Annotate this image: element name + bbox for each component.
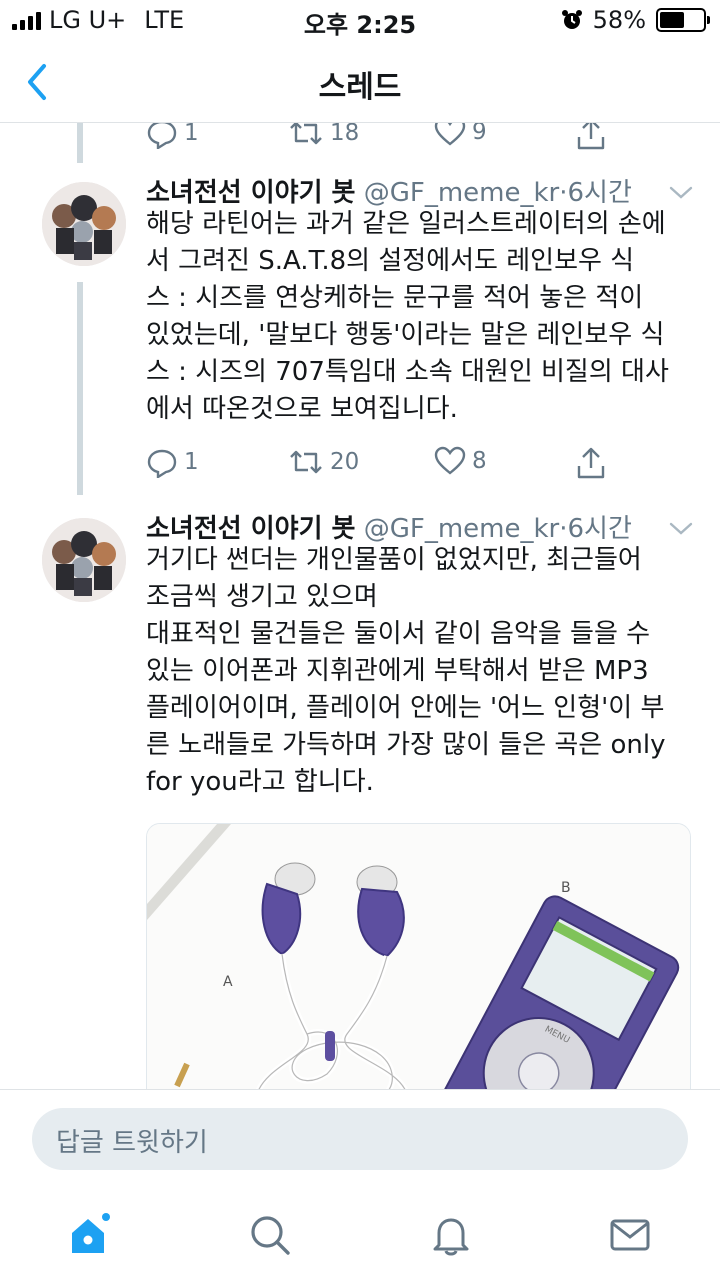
meta-separator: · [559, 178, 568, 208]
reply-icon [147, 449, 177, 478]
notifications-bell-icon[interactable] [429, 1213, 473, 1257]
heart-icon [434, 123, 466, 146]
bottom-bar: 답글 트윗하기 [0, 1089, 720, 1281]
tweet-text-line: 있는 이어폰과 지휘관에게 부탁해서 받은 MP3 [146, 656, 649, 686]
thread-feed[interactable]: 1 18 9 소녀전선 이야기 봇 @GF_meme_kr·6시간 해당 라틴어… [0, 123, 720, 1089]
avatar[interactable] [42, 182, 126, 266]
tweet-text-line: 거기다 썬더는 개인물품이 없었지만, 최근들어 [146, 545, 642, 575]
previous-tweet-actions: 1 18 9 [146, 123, 616, 157]
home-icon[interactable] [68, 1213, 112, 1257]
retweet-button[interactable]: 18 [288, 123, 359, 149]
share-button[interactable] [576, 123, 606, 151]
messages-envelope-icon[interactable] [608, 1213, 652, 1257]
heart-icon [434, 446, 466, 475]
retweet-icon [290, 450, 322, 474]
tweet-actions: 1 20 8 [146, 446, 616, 486]
page-title: 스레드 [318, 70, 402, 105]
battery-percent: 58% [592, 6, 646, 34]
author-handle[interactable]: @GF_meme_kr [364, 178, 560, 208]
tweet-text: 해당 라틴어는 과거 같은 일러스트레이터의 손에 서 그려진 S.A.T.8의… [146, 206, 691, 428]
tweet[interactable]: 소녀전선 이야기 봇 @GF_meme_kr·6시간 해당 라틴어는 과거 같은… [0, 170, 720, 495]
share-icon [577, 447, 605, 479]
tweet-text-line: 서 그려진 S.A.T.8의 설정에서도 레인보우 식 [146, 246, 635, 276]
tweet-text-line: 에서 따온것으로 보여집니다. [146, 394, 458, 424]
label-a: A [223, 974, 233, 990]
meta-separator: · [559, 514, 568, 544]
author-name[interactable]: 소녀전선 이야기 봇 [146, 514, 355, 544]
earphones-mp3-illustration: A B MENU [147, 824, 690, 1089]
chevron-down-icon[interactable] [668, 520, 694, 538]
tweet-header: 소녀전선 이야기 봇 @GF_meme_kr·6시간 [146, 508, 632, 545]
retweet-icon [290, 123, 322, 145]
tweet-time: 6시간 [567, 514, 632, 544]
tweet-text-line: 있었는데, '말보다 행동'이라는 말은 레인보우 식 [146, 320, 665, 350]
reply-button[interactable]: 1 [146, 446, 199, 478]
thread-connector-line [77, 123, 83, 163]
nav-bar: 스레드 [0, 40, 720, 123]
tweet-text-line: 른 노래들로 가득하며 가장 많이 들은 곡은 only [146, 730, 666, 760]
tweet-text-line: 스 : 시즈를 연상케하는 문구를 적어 놓은 적이 [146, 283, 644, 313]
tweet-text-line: 대표적인 물건들은 둘이서 같이 음악을 들을 수 [146, 619, 651, 649]
reply-placeholder: 답글 트윗하기 [56, 1128, 208, 1158]
status-bar: LG U+ LTE 오후 2:25 58% [0, 0, 720, 40]
retweet-count: 20 [330, 449, 360, 475]
tweet-text: 거기다 썬더는 개인물품이 없었지만, 최근들어 조금씩 생기고 있으며 대표적… [146, 542, 691, 801]
tweet-media-image[interactable]: A B MENU [146, 823, 691, 1089]
like-button[interactable]: 9 [434, 123, 487, 147]
battery-icon [656, 8, 710, 32]
search-icon[interactable] [248, 1213, 292, 1257]
avatar[interactable] [42, 518, 126, 602]
share-button[interactable] [576, 446, 606, 480]
retweet-count: 18 [330, 123, 360, 146]
alarm-icon [561, 10, 582, 29]
thread-connector-line [77, 282, 83, 495]
label-b: B [561, 880, 571, 896]
tweet[interactable]: 소녀전선 이야기 봇 @GF_meme_kr·6시간 거기다 썬더는 개인물품이… [0, 506, 720, 1089]
share-icon [577, 123, 605, 150]
chevron-down-icon[interactable] [668, 184, 694, 202]
tweet-text-line: for you라고 합니다. [146, 767, 374, 797]
tweet-text-line: 조금씩 생기고 있으며 [146, 582, 378, 612]
battery-fill [660, 12, 685, 28]
reply-count: 1 [184, 449, 199, 475]
avatar-image [42, 182, 126, 266]
retweet-button[interactable]: 20 [288, 446, 359, 478]
status-right: 58% [561, 6, 710, 34]
author-handle[interactable]: @GF_meme_kr [364, 514, 560, 544]
tweet-header: 소녀전선 이야기 봇 @GF_meme_kr·6시간 [146, 172, 632, 209]
tweet-text-line: 플레이어이며, 플레이어 안에는 '어느 인형'이 부 [146, 693, 665, 723]
avatar-image [42, 518, 126, 602]
reply-button[interactable]: 1 [146, 123, 199, 149]
reply-icon [147, 123, 177, 149]
tweet-text-line: 스 : 시즈의 707특임대 소속 대원인 비질의 대사 [146, 357, 669, 387]
like-count: 9 [472, 123, 487, 145]
like-count: 8 [472, 448, 487, 474]
tweet-text-line: 해당 라틴어는 과거 같은 일러스트레이터의 손에 [146, 209, 666, 239]
author-name[interactable]: 소녀전선 이야기 봇 [146, 178, 355, 208]
reply-count: 1 [184, 123, 199, 146]
reply-input[interactable]: 답글 트윗하기 [32, 1108, 688, 1170]
like-button[interactable]: 8 [434, 446, 487, 476]
tweet-time: 6시간 [567, 178, 632, 208]
